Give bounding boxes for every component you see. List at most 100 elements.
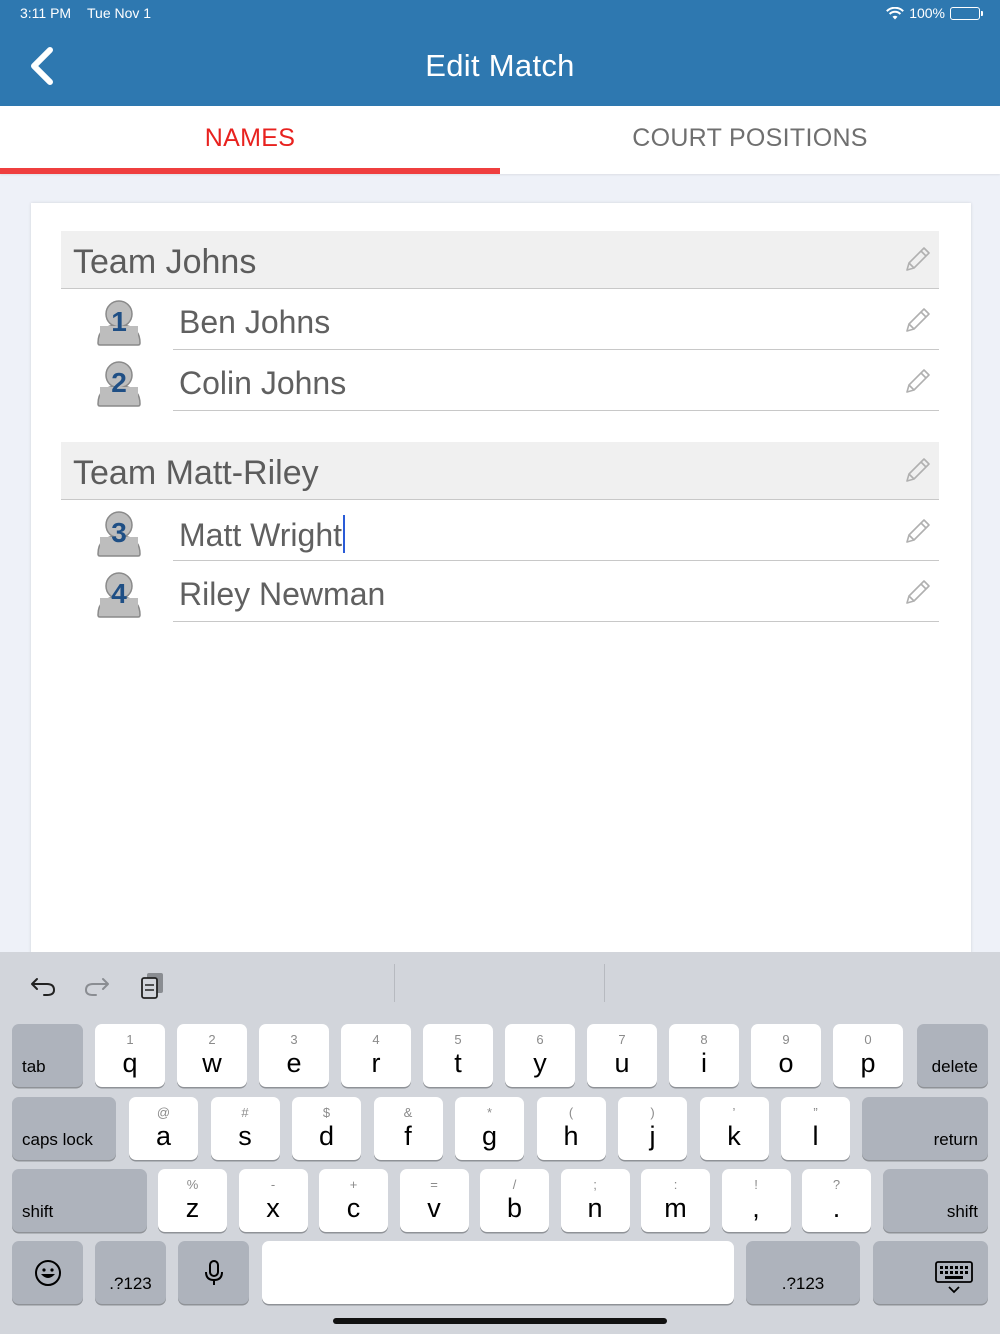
key-y[interactable]: 6y bbox=[505, 1024, 575, 1087]
key-label: c bbox=[346, 1193, 361, 1223]
key-t[interactable]: 5t bbox=[423, 1024, 493, 1087]
key-label: s bbox=[238, 1121, 252, 1151]
player-name[interactable]: Colin Johns bbox=[179, 365, 346, 402]
shift-key-right[interactable]: shift bbox=[883, 1169, 988, 1232]
key-alt-label: 8 bbox=[700, 1032, 708, 1047]
pencil-icon[interactable] bbox=[903, 244, 933, 274]
key-alt-label: # bbox=[241, 1105, 249, 1120]
tab-court-positions[interactable]: COURT POSITIONS bbox=[500, 106, 1000, 174]
key-o[interactable]: 9o bbox=[751, 1024, 821, 1087]
pencil-icon[interactable] bbox=[903, 455, 933, 485]
key-label: delete bbox=[931, 1057, 978, 1076]
player-row[interactable]: Ben Johns bbox=[173, 289, 939, 350]
key-label: return bbox=[933, 1130, 978, 1149]
key-label: l bbox=[812, 1121, 819, 1151]
key-x[interactable]: -x bbox=[238, 1169, 308, 1232]
key-alt-label: ! bbox=[754, 1177, 758, 1192]
toolbar-divider bbox=[604, 964, 605, 1002]
numbers-key-right[interactable]: .?123 bbox=[746, 1241, 860, 1304]
key-u[interactable]: 7u bbox=[587, 1024, 657, 1087]
caps-lock-key[interactable]: caps lock bbox=[12, 1097, 116, 1160]
tab-key[interactable]: tab bbox=[12, 1024, 83, 1087]
key-p[interactable]: 0p bbox=[833, 1024, 903, 1087]
player-number: 4 bbox=[111, 578, 127, 609]
space-bar[interactable] bbox=[262, 1241, 734, 1304]
key-s[interactable]: # s bbox=[210, 1097, 280, 1160]
key-alt-label: 4 bbox=[372, 1032, 380, 1047]
status-bar: 3:11 PM Tue Nov 1 100% bbox=[20, 5, 983, 23]
key-comma[interactable]: !, bbox=[721, 1169, 791, 1232]
clipboard-icon[interactable] bbox=[138, 970, 168, 1000]
key-label: r bbox=[371, 1048, 381, 1078]
redo-icon[interactable] bbox=[82, 970, 112, 1000]
text-cursor bbox=[343, 515, 345, 553]
key-label: tab bbox=[22, 1057, 46, 1076]
key-alt-label: : bbox=[673, 1177, 678, 1192]
teams-card: Team Johns 1 Ben Johns 2 Colin Johns Tea… bbox=[31, 203, 971, 963]
key-a[interactable]: @ a bbox=[129, 1097, 198, 1160]
pencil-icon[interactable] bbox=[903, 516, 933, 546]
key-label: d bbox=[318, 1121, 335, 1151]
player-name[interactable]: Riley Newman bbox=[179, 576, 385, 613]
player-name[interactable]: Ben Johns bbox=[179, 304, 330, 341]
key-alt-label: 7 bbox=[618, 1032, 626, 1047]
team-header[interactable]: Team Matt-Riley bbox=[61, 442, 939, 500]
key-b[interactable]: / b bbox=[480, 1169, 549, 1232]
key-f[interactable]: & f bbox=[373, 1097, 443, 1160]
player-row[interactable]: Riley Newman bbox=[173, 561, 939, 622]
key-i[interactable]: 8i bbox=[669, 1024, 739, 1087]
key-period[interactable]: ?. bbox=[802, 1169, 871, 1232]
key-label: t bbox=[454, 1048, 462, 1078]
key-label: b bbox=[506, 1193, 523, 1223]
player-avatar-icon: 2 bbox=[97, 361, 141, 407]
numbers-key-left[interactable]: .?123 bbox=[95, 1241, 166, 1304]
key-r[interactable]: 4r bbox=[341, 1024, 411, 1087]
key-k[interactable]: ’ k bbox=[699, 1097, 769, 1160]
player-name-input[interactable]: Matt Wright bbox=[179, 515, 345, 554]
hide-keyboard-key[interactable] bbox=[873, 1241, 988, 1304]
status-right: 100% bbox=[886, 5, 983, 21]
key-alt-label: / bbox=[512, 1177, 517, 1192]
key-c[interactable]: + c bbox=[319, 1169, 388, 1232]
key-g[interactable]: * g bbox=[455, 1097, 524, 1160]
key-z[interactable]: % z bbox=[158, 1169, 227, 1232]
key-alt-label: $ bbox=[322, 1105, 331, 1120]
key-label: u bbox=[614, 1048, 630, 1078]
delete-key[interactable]: delete bbox=[917, 1024, 988, 1087]
key-l[interactable]: ” l bbox=[781, 1097, 850, 1160]
key-w[interactable]: 2w bbox=[177, 1024, 247, 1087]
player-row-editing[interactable]: Matt Wright bbox=[173, 500, 939, 561]
emoji-key[interactable] bbox=[12, 1241, 83, 1304]
dictation-key[interactable] bbox=[178, 1241, 249, 1304]
player-row[interactable]: Colin Johns bbox=[173, 350, 939, 411]
shift-key-left[interactable]: shift bbox=[12, 1169, 147, 1232]
key-q[interactable]: 1q bbox=[95, 1024, 165, 1087]
undo-icon[interactable] bbox=[28, 970, 58, 1000]
pencil-icon[interactable] bbox=[903, 305, 933, 335]
return-key[interactable]: return bbox=[862, 1097, 988, 1160]
key-h[interactable]: (h bbox=[536, 1097, 606, 1160]
player-name-value: Matt Wright bbox=[179, 517, 342, 553]
keyboard-toolbar bbox=[0, 952, 1000, 1018]
key-n[interactable]: ; n bbox=[560, 1169, 630, 1232]
status-time: 3:11 PM bbox=[20, 5, 72, 21]
key-alt-label: ” bbox=[813, 1105, 818, 1120]
pencil-icon[interactable] bbox=[903, 366, 933, 396]
key-j[interactable]: ) j bbox=[618, 1097, 687, 1160]
team-header[interactable]: Team Johns bbox=[61, 231, 939, 289]
key-alt-label: @ bbox=[156, 1105, 171, 1120]
tab-bar: NAMES COURT POSITIONS bbox=[0, 106, 1000, 174]
tab-names[interactable]: NAMES bbox=[0, 106, 500, 174]
key-alt-label: = bbox=[430, 1177, 438, 1192]
key-label: h bbox=[563, 1121, 579, 1151]
key-v[interactable]: = v bbox=[399, 1169, 469, 1232]
key-label: m bbox=[664, 1193, 687, 1223]
key-m[interactable]: :m bbox=[641, 1169, 710, 1232]
pencil-icon[interactable] bbox=[903, 577, 933, 607]
key-e[interactable]: 3e bbox=[259, 1024, 329, 1087]
key-alt-label: ’ bbox=[732, 1105, 736, 1120]
key-alt-label: + bbox=[349, 1177, 358, 1192]
key-alt-label: ? bbox=[832, 1177, 841, 1192]
key-d[interactable]: $ d bbox=[292, 1097, 361, 1160]
player-number: 2 bbox=[111, 367, 127, 398]
